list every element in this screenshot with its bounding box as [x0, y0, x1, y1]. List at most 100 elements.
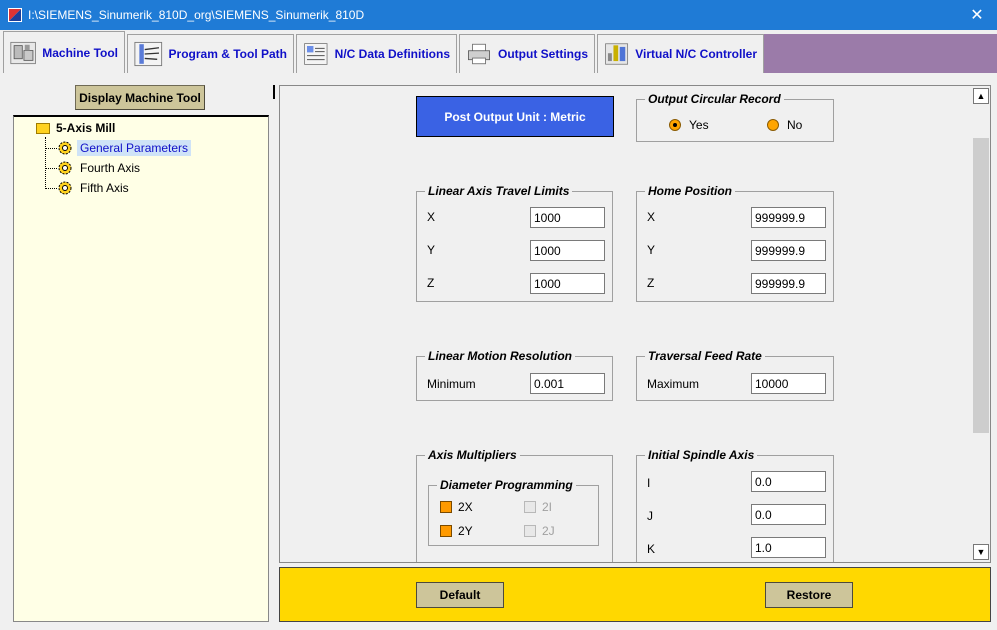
- display-machine-tool-button[interactable]: Display Machine Tool: [75, 85, 205, 110]
- linear-motion-resolution-group: Linear Motion Resolution Minimum: [416, 349, 613, 401]
- group-title: Initial Spindle Axis: [645, 448, 758, 462]
- tree-item-label: Fourth Axis: [80, 161, 141, 175]
- field-label: I: [647, 476, 651, 490]
- radio-no[interactable]: No: [767, 118, 802, 132]
- checkbox-2i: 2I: [524, 500, 552, 514]
- axis-multipliers-group: Axis Multipliers Diameter Programming 2X…: [416, 448, 613, 562]
- tab-bar-filler: [764, 34, 997, 73]
- tab-label: Virtual N/C Controller: [635, 47, 757, 61]
- group-title: Diameter Programming: [437, 478, 576, 492]
- checkbox-box: [440, 525, 452, 537]
- feed-rate-maximum-input[interactable]: [751, 373, 826, 394]
- window-title: I:\SIEMENS_Sinumerik_810D_org\SIEMENS_Si…: [28, 8, 365, 22]
- tab-nc-data-definitions[interactable]: N/C Data Definitions: [296, 34, 457, 73]
- post-output-unit-button[interactable]: Post Output Unit : Metric: [416, 96, 614, 137]
- travel-limit-x-input[interactable]: [530, 207, 605, 228]
- tree-root-label: 5-Axis Mill: [56, 121, 116, 135]
- field-label: X: [427, 210, 436, 224]
- radio-dot: [767, 119, 779, 131]
- virtual-controller-icon: [605, 43, 629, 65]
- checkbox-label: 2J: [542, 524, 555, 538]
- field-label: X: [647, 210, 656, 224]
- resolution-minimum-input[interactable]: [530, 373, 605, 394]
- left-panel: Display Machine Tool 5-Axis Mill General…: [0, 73, 273, 630]
- field-label: K: [647, 542, 656, 556]
- travel-limit-y-input[interactable]: [530, 240, 605, 261]
- radio-dot-selected: [669, 119, 681, 131]
- tab-bar: Machine Tool Program & Tool Path N/C Dat…: [0, 31, 997, 74]
- tab-virtual-nc-controller[interactable]: Virtual N/C Controller: [597, 34, 764, 73]
- travel-limit-z-input[interactable]: [530, 273, 605, 294]
- tab-machine-tool[interactable]: Machine Tool: [3, 31, 125, 74]
- gear-icon: [58, 141, 72, 155]
- tree-item-label: General Parameters: [77, 140, 192, 156]
- output-circular-record-group: Output Circular Record Yes No: [636, 92, 834, 142]
- printer-icon: [468, 43, 490, 65]
- general-parameters-panel: Post Output Unit : Metric Output Circula…: [279, 85, 991, 563]
- field-label: Z: [647, 276, 655, 290]
- group-title: Home Position: [645, 184, 736, 198]
- checkbox-box: [440, 501, 452, 513]
- radio-label: No: [787, 118, 803, 132]
- gear-icon: [58, 181, 72, 195]
- group-title: Linear Motion Resolution: [425, 349, 575, 363]
- group-title: Traversal Feed Rate: [645, 349, 765, 363]
- app-icon: [8, 8, 22, 22]
- checkbox-2y[interactable]: 2Y: [440, 524, 473, 538]
- diameter-programming-group: Diameter Programming 2X 2I 2Y 2J: [428, 478, 599, 546]
- checkbox-label: 2Y: [458, 524, 473, 538]
- folder-icon: [36, 122, 50, 134]
- action-bar: Default Restore: [279, 567, 991, 622]
- group-title: Output Circular Record: [645, 92, 784, 106]
- checkbox-box: [524, 501, 536, 513]
- checkbox-2j: 2J: [524, 524, 555, 538]
- checkbox-label: 2X: [458, 500, 473, 514]
- traversal-feed-rate-group: Traversal Feed Rate Maximum: [636, 349, 834, 401]
- checkbox-box: [524, 525, 536, 537]
- group-title: Axis Multipliers: [425, 448, 520, 462]
- home-position-group: Home Position X Y Z: [636, 184, 834, 302]
- tree-item-label: Fifth Axis: [80, 181, 129, 195]
- spindle-j-input[interactable]: [751, 504, 826, 525]
- gear-icon: [58, 161, 72, 175]
- checkbox-2x[interactable]: 2X: [440, 500, 473, 514]
- tab-program-tool-path[interactable]: Program & Tool Path: [127, 34, 294, 73]
- linear-axis-travel-limits-group: Linear Axis Travel Limits X Y Z: [416, 184, 613, 302]
- scroll-down-icon[interactable]: ▼: [973, 544, 989, 560]
- machine-tool-icon: [10, 41, 36, 65]
- field-label: J: [647, 509, 653, 523]
- radio-yes[interactable]: Yes: [669, 118, 709, 132]
- group-title: Linear Axis Travel Limits: [425, 184, 573, 198]
- tab-label: Machine Tool: [42, 46, 118, 60]
- scroll-up-icon[interactable]: ▲: [973, 88, 989, 104]
- radio-label: Yes: [689, 118, 709, 132]
- spindle-i-input[interactable]: [751, 471, 826, 492]
- field-label: Z: [427, 276, 435, 290]
- tree-item-fourth-axis[interactable]: Fourth Axis: [45, 160, 143, 176]
- spindle-k-input[interactable]: [751, 537, 826, 558]
- home-x-input[interactable]: [751, 207, 826, 228]
- home-y-input[interactable]: [751, 240, 826, 261]
- home-z-input[interactable]: [751, 273, 826, 294]
- field-label: Minimum: [427, 377, 476, 391]
- restore-button[interactable]: Restore: [765, 582, 853, 608]
- checkbox-label: 2I: [542, 500, 553, 514]
- initial-spindle-axis-group: Initial Spindle Axis I J K: [636, 448, 834, 562]
- tab-label: Output Settings: [498, 47, 588, 61]
- field-label: Y: [647, 243, 656, 257]
- tab-label: Program & Tool Path: [168, 47, 287, 61]
- default-button[interactable]: Default: [416, 582, 504, 608]
- tree-item-fifth-axis[interactable]: Fifth Axis: [45, 180, 132, 196]
- field-label: Maximum: [647, 377, 700, 391]
- tree-item-general-parameters[interactable]: General Parameters: [45, 140, 192, 156]
- tab-output-settings[interactable]: Output Settings: [459, 34, 595, 73]
- nc-data-icon: [304, 43, 328, 65]
- scroll-thumb[interactable]: [973, 138, 989, 433]
- machine-tree: 5-Axis Mill General Parameters Fourth Ax…: [13, 115, 269, 622]
- vertical-scrollbar[interactable]: ▲ ▼: [972, 86, 990, 562]
- field-label: Y: [427, 243, 436, 257]
- tree-root[interactable]: 5-Axis Mill: [36, 121, 115, 135]
- title-bar: I:\SIEMENS_Sinumerik_810D_org\SIEMENS_Si…: [0, 0, 997, 30]
- close-button[interactable]: ✕: [957, 5, 997, 25]
- tab-label: N/C Data Definitions: [334, 47, 450, 61]
